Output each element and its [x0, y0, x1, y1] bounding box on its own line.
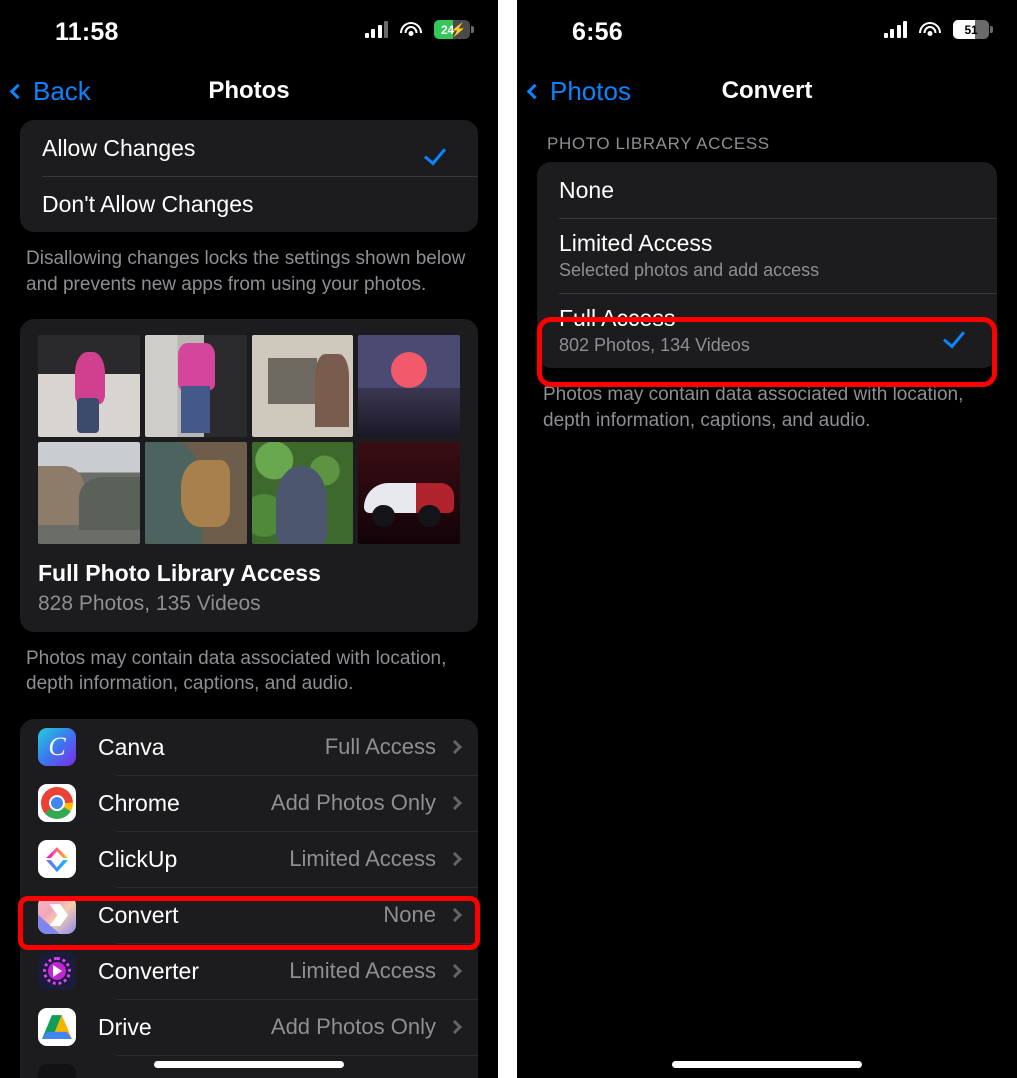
photo-thumbnail [144, 335, 247, 438]
status-bar-time: 6:56 [572, 18, 623, 46]
checkmark-icon [947, 324, 971, 338]
screenshot-stage: 11:58 24 ⚡ Back Photos Allow Changes Don… [0, 0, 1017, 1078]
home-indicator [672, 1061, 862, 1068]
photo-thumbnail [358, 442, 460, 544]
allow-changes-group: Allow Changes Don't Allow Changes [20, 120, 478, 232]
chevron-right-icon [447, 907, 463, 923]
drive-app-icon [38, 1008, 76, 1047]
app-row-clickup[interactable]: ClickUp Limited Access [20, 831, 478, 887]
app-access-value: Limited Access [289, 958, 436, 984]
app-icon-partial [38, 1064, 76, 1078]
app-name-label: Convert [98, 901, 179, 928]
app-name-label: Converter [98, 957, 199, 984]
photo-thumbnail [38, 442, 140, 544]
chevron-right-icon [447, 795, 463, 811]
right-status-bar: 6:56 51 [517, 0, 1017, 62]
status-bar-indicators: 51 [883, 20, 993, 39]
right-phone-screen: 6:56 51 Photos Convert PHOTO LIBRARY ACC… [517, 0, 1017, 1078]
checkmark-icon [428, 141, 452, 155]
option-none[interactable]: None [537, 162, 997, 218]
convert-app-icon [38, 896, 76, 935]
status-bar-indicators: 24 ⚡ [364, 20, 474, 39]
app-access-value: Add Photos Only [270, 1014, 436, 1040]
cellular-signal-icon [883, 21, 907, 38]
chevron-right-icon [447, 1019, 463, 1035]
app-name-label: Chrome [98, 789, 180, 816]
option-label: Full Access [559, 305, 676, 331]
allow-changes-option[interactable]: Allow Changes [20, 120, 478, 176]
photo-library-card[interactable]: Full Photo Library Access 828 Photos, 13… [20, 319, 478, 632]
app-permissions-group: C Canva Full Access Chrome Add Photos On… [20, 719, 478, 1078]
page-title: Photos [208, 77, 290, 104]
allow-changes-label: Allow Changes [42, 134, 196, 161]
app-name-label: Canva [98, 733, 165, 760]
cellular-signal-icon [364, 21, 388, 38]
home-indicator [154, 1061, 344, 1068]
chevron-right-icon [447, 963, 463, 979]
photo-thumbnail [358, 335, 460, 438]
dont-allow-changes-option[interactable]: Don't Allow Changes [20, 176, 478, 232]
wifi-icon [400, 21, 422, 38]
option-sublabel: 802 Photos, 134 Videos [559, 335, 750, 355]
app-name-label: ClickUp [98, 845, 178, 872]
page-title: Convert [721, 77, 813, 104]
dont-allow-changes-label: Don't Allow Changes [42, 190, 254, 217]
photo-thumbnail-grid [38, 335, 460, 544]
app-row-chrome[interactable]: Chrome Add Photos Only [20, 775, 478, 831]
right-nav-bar: Photos Convert [517, 62, 1017, 120]
chevron-right-icon [447, 851, 463, 867]
right-scroll-area[interactable]: PHOTO LIBRARY ACCESS None Limited Access… [517, 120, 1017, 1078]
photo-thumbnail [38, 335, 140, 438]
option-sublabel: Selected photos and add access [559, 260, 820, 280]
converter-app-icon [38, 952, 76, 991]
library-access-counts: 828 Photos, 135 Videos [38, 591, 261, 615]
photo-thumbnail [251, 442, 354, 544]
wifi-icon [919, 21, 941, 38]
app-access-value: Limited Access [289, 846, 436, 872]
app-access-value: Full Access [324, 734, 436, 760]
status-bar-time: 11:58 [55, 18, 119, 46]
left-scroll-area[interactable]: Allow Changes Don't Allow Changes Disall… [0, 120, 498, 1078]
library-footnote: Photos may contain data associated with … [26, 647, 447, 695]
battery-icon: 51 [953, 20, 993, 39]
left-phone-screen: 11:58 24 ⚡ Back Photos Allow Changes Don… [0, 0, 498, 1078]
option-limited-access[interactable]: Limited Access Selected photos and add a… [537, 218, 997, 293]
canva-app-icon: C [38, 728, 76, 767]
battery-charging-icon: 24 ⚡ [434, 20, 474, 39]
app-name-label: Drive [98, 1013, 152, 1040]
app-access-value: None [383, 902, 436, 928]
app-row-convert[interactable]: Convert None [20, 887, 478, 943]
section-header-photo-library-access: PHOTO LIBRARY ACCESS [547, 134, 770, 153]
app-row-drive[interactable]: Drive Add Photos Only [20, 999, 478, 1055]
option-full-access[interactable]: Full Access 802 Photos, 134 Videos [537, 293, 997, 368]
chevron-right-icon [447, 739, 463, 755]
left-nav-bar: Back Photos [0, 62, 498, 120]
photo-library-access-group: None Limited Access Selected photos and … [537, 162, 997, 368]
app-row-converter[interactable]: Converter Limited Access [20, 943, 478, 999]
option-label: Limited Access [559, 230, 713, 256]
left-status-bar: 11:58 24 ⚡ [0, 0, 498, 62]
photo-access-footnote: Photos may contain data associated with … [543, 384, 964, 431]
photo-thumbnail [251, 335, 354, 438]
photo-thumbnail [144, 442, 247, 544]
library-access-title: Full Photo Library Access [38, 559, 321, 586]
clickup-app-icon [38, 840, 76, 879]
changes-footnote: Disallowing changes locks the settings s… [26, 248, 466, 295]
app-access-value: Add Photos Only [270, 790, 436, 816]
charging-bolt-icon: ⚡ [450, 22, 466, 37]
chrome-app-icon [38, 784, 76, 823]
battery-percent-label: 51 [964, 22, 978, 37]
app-row-canva[interactable]: C Canva Full Access [20, 719, 478, 775]
option-label: None [559, 176, 614, 203]
